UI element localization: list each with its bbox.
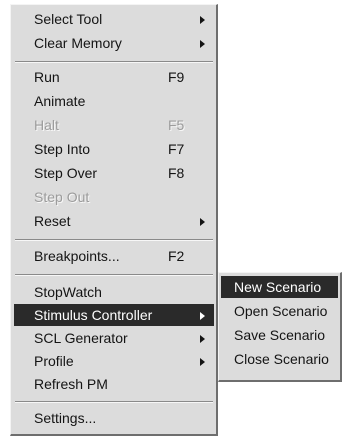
menu-item-clear-memory[interactable]: Clear Memory xyxy=(14,32,214,54)
submenu-item-label: New Scenario xyxy=(234,279,322,295)
menu-item-profile[interactable]: Profile xyxy=(14,350,214,372)
menu-item-label: SCL Generator xyxy=(34,330,128,346)
menu-item-label: Step Over xyxy=(34,165,98,181)
menu-separator xyxy=(15,61,213,63)
menu-item-label: Run xyxy=(34,69,60,85)
menu-item-label: Refresh PM xyxy=(34,376,108,392)
menu-item-shortcut: F5 xyxy=(168,117,185,133)
menu-item-step-into[interactable]: Step Into F7 xyxy=(14,138,214,160)
menu-item-label: Breakpoints... xyxy=(34,248,120,264)
context-menu: Select Tool Clear Memory Run F9 Animate … xyxy=(10,4,218,436)
menu-item-label: Halt xyxy=(34,117,59,133)
menu-item-refresh-pm[interactable]: Refresh PM xyxy=(14,373,214,395)
submenu-arrow-icon xyxy=(200,335,205,343)
menu-item-shortcut: F9 xyxy=(168,69,185,85)
menu-item-label: Settings... xyxy=(34,410,97,426)
menu-item-label: Profile xyxy=(34,353,74,369)
menu-item-label: Animate xyxy=(34,93,86,109)
menu-item-step-over[interactable]: Step Over F8 xyxy=(14,162,214,184)
submenu-item-label: Open Scenario xyxy=(234,303,328,319)
submenu-arrow-icon xyxy=(200,358,205,366)
submenu-arrow-icon xyxy=(200,218,205,226)
menu-item-label: Stimulus Controller xyxy=(34,307,153,323)
menu-item-breakpoints[interactable]: Breakpoints... F2 xyxy=(14,245,214,267)
submenu-item-open-scenario[interactable]: Open Scenario xyxy=(221,300,338,322)
menu-item-run[interactable]: Run F9 xyxy=(14,66,214,88)
menu-item-label: Reset xyxy=(34,213,71,229)
menu-item-label: Clear Memory xyxy=(34,35,122,51)
menu-item-animate[interactable]: Animate xyxy=(14,90,214,112)
menu-item-label: Step Into xyxy=(34,141,91,157)
menu-item-step-out: Step Out xyxy=(14,186,214,208)
menu-item-halt: Halt F5 xyxy=(14,114,214,136)
menu-item-label: Select Tool xyxy=(34,11,103,27)
menu-separator xyxy=(15,274,213,276)
menu-item-select-tool[interactable]: Select Tool xyxy=(14,8,214,30)
submenu-arrow-icon xyxy=(200,312,205,320)
menu-item-scl-generator[interactable]: SCL Generator xyxy=(14,327,214,349)
submenu-arrow-icon xyxy=(200,16,205,24)
menu-item-label: StopWatch xyxy=(34,284,102,300)
menu-separator xyxy=(15,401,213,403)
menu-item-shortcut: F8 xyxy=(168,165,185,181)
submenu-item-close-scenario[interactable]: Close Scenario xyxy=(221,348,338,370)
menu-item-settings[interactable]: Settings... xyxy=(14,407,214,429)
stimulus-controller-submenu: New Scenario Open Scenario Save Scenario… xyxy=(218,272,342,382)
submenu-item-label: Save Scenario xyxy=(234,327,326,343)
menu-item-reset[interactable]: Reset xyxy=(14,210,214,232)
menu-separator xyxy=(15,239,213,241)
menu-item-shortcut: F7 xyxy=(168,141,185,157)
submenu-item-label: Close Scenario xyxy=(234,351,329,367)
menu-item-label: Step Out xyxy=(34,189,90,205)
submenu-item-new-scenario[interactable]: New Scenario xyxy=(221,276,338,298)
submenu-item-save-scenario[interactable]: Save Scenario xyxy=(221,324,338,346)
menu-item-stopwatch[interactable]: StopWatch xyxy=(14,281,214,303)
menu-item-stimulus-controller[interactable]: Stimulus Controller xyxy=(14,304,214,326)
submenu-arrow-icon xyxy=(200,40,205,48)
menu-item-shortcut: F2 xyxy=(168,248,185,264)
